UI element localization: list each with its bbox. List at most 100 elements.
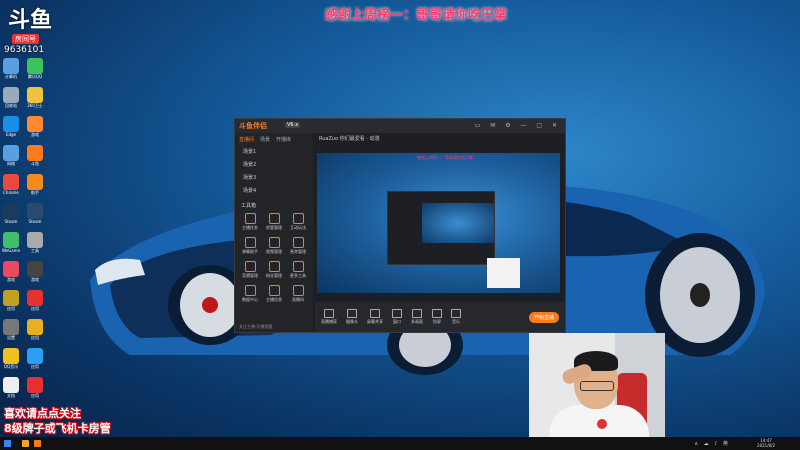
room-number: 9636101 <box>4 45 45 55</box>
tool-item[interactable]: 直播间 <box>286 285 310 303</box>
tab-live-room[interactable]: 直播间 <box>239 136 254 143</box>
screen-icon <box>370 309 380 318</box>
music-button[interactable]: 音乐 <box>451 309 461 325</box>
tool-item[interactable]: 主播信息 <box>262 285 286 303</box>
desktop-icon[interactable]: 360卫士 <box>12 87 58 115</box>
tool-item[interactable]: 房管管理 <box>262 213 286 231</box>
tool-item[interactable]: 更多工具 <box>286 261 310 279</box>
start-live-button[interactable]: 开始直播 <box>528 311 559 323</box>
toolbox-grid: 主播任务 房管管理 互动玩法弹幕助手 视频管理 贵宾管理竞猜管理 粉丝管理 更多工具数据中心… <box>235 211 313 305</box>
tool-icon <box>292 213 304 224</box>
app-icon <box>27 174 43 190</box>
desktop-icon-label: 斗鱼 <box>31 161 39 166</box>
scene-item[interactable]: 场景3 <box>235 172 313 185</box>
scene-item[interactable]: 场景4 <box>235 185 313 198</box>
window-controls[interactable]: ▭ ✉ ⚙ — ▢ ✕ <box>475 122 561 129</box>
app-icon <box>27 319 43 335</box>
tool-item[interactable]: 弹幕助手 <box>238 237 262 255</box>
tool-icon <box>292 285 304 296</box>
scene-item[interactable]: 场景2 <box>235 159 313 172</box>
desktop-icon-label: 360卫士 <box>27 103 43 108</box>
thanks-banner: 感谢上周榜一：哥哥请你吃巴掌 <box>325 8 508 23</box>
webcam-overlay <box>529 333 665 437</box>
app-icon <box>27 145 43 161</box>
window-button[interactable]: 窗口 <box>392 309 402 325</box>
tool-label: 主播信息 <box>266 297 282 302</box>
bottom-toolbar: 直播捕获 摄像头 屏幕共享 窗口 多画面 投屏 音乐 开始直播 <box>315 302 565 332</box>
tool-item[interactable]: 视频管理 <box>262 237 286 255</box>
tool-icon <box>268 285 280 296</box>
tool-item[interactable]: 竞猜管理 <box>238 261 262 279</box>
tool-label: 房管管理 <box>266 225 282 230</box>
grid-icon <box>412 309 422 318</box>
desktop-icon-label: 腾讯QQ <box>27 74 43 79</box>
tool-label: 视频管理 <box>266 249 282 254</box>
scene-item[interactable]: 场景1 <box>235 146 313 159</box>
cast-button[interactable]: 投屏 <box>432 309 442 325</box>
desktop-icon-label: 游戏 <box>31 277 39 282</box>
app-sidebar: 直播间 场景 开播库 场景1 场景2 场景3 场景4 工具箱 主播任务 房管管理 互… <box>235 133 313 332</box>
tool-icon <box>244 237 256 248</box>
douyu-logo-mark: 斗鱼 <box>8 8 53 33</box>
file-explorer-icon[interactable] <box>22 440 29 447</box>
desktop-icon[interactable]: 应用 <box>12 377 58 405</box>
desktop-icon[interactable]: 助手 <box>12 174 58 202</box>
tool-icon <box>244 213 256 224</box>
app-icon <box>27 116 43 132</box>
camera-button[interactable]: 摄像头 <box>346 309 358 325</box>
app-icon <box>27 58 43 74</box>
nested-scene-preview <box>422 203 494 243</box>
tool-icon <box>292 261 304 272</box>
sidebar-tabs: 直播间 场景 开播库 <box>235 133 313 146</box>
tool-item[interactable]: 互动玩法 <box>286 213 310 231</box>
preview-webcam <box>487 258 520 288</box>
tool-label: 直播间 <box>292 297 304 302</box>
tool-label: 竞猜管理 <box>242 273 258 278</box>
tab-scenes[interactable]: 场景 <box>260 136 270 143</box>
tool-label: 数据中心 <box>242 297 258 302</box>
tool-item[interactable]: 数据中心 <box>238 285 262 303</box>
desktop-icon-label: 应用 <box>31 364 39 369</box>
tool-item[interactable]: 粉丝管理 <box>262 261 286 279</box>
desktop-icon-label: 应用 <box>31 335 39 340</box>
app-icon <box>27 261 43 277</box>
tool-label: 弹幕助手 <box>242 249 258 254</box>
tool-icon <box>244 261 256 272</box>
tab-library[interactable]: 开播库 <box>276 136 291 143</box>
tool-item[interactable]: 主播任务 <box>238 213 262 231</box>
streaming-app-window[interactable]: 斗鱼伴侣 V6.x ▭ ✉ ⚙ — ▢ ✕ 直播间 场景 开播库 场景1 场景2… <box>234 118 566 333</box>
multi-view-button[interactable]: 多画面 <box>411 309 423 325</box>
capture-icon <box>324 309 334 318</box>
tool-label: 主播任务 <box>242 225 258 230</box>
desktop-icon[interactable]: 应用 <box>12 319 58 347</box>
tool-label: 粉丝管理 <box>266 273 282 278</box>
app-titlebar[interactable]: 斗鱼伴侣 V6.x ▭ ✉ ⚙ — ▢ ✕ <box>235 119 565 133</box>
camera-icon <box>347 309 357 318</box>
stream-preview[interactable]: 感谢上周榜一：哥哥请你吃巴掌 <box>317 153 560 293</box>
screen-share-button[interactable]: 屏幕共享 <box>367 309 383 325</box>
desktop-icon[interactable]: 腾讯QQ <box>12 58 58 86</box>
tool-item[interactable]: 贵宾管理 <box>286 237 310 255</box>
desktop-icon-label: 助手 <box>31 190 39 195</box>
system-tray[interactable]: ∧ ☁ ♪ 英 <box>694 440 730 447</box>
app-icon <box>27 203 43 219</box>
desktop-icon[interactable]: Steam <box>12 203 58 231</box>
tool-label: 互动玩法 <box>290 225 306 230</box>
tool-icon <box>244 285 256 296</box>
version-badge[interactable]: V6.x <box>285 122 301 128</box>
desktop-icon[interactable]: 工具 <box>12 232 58 260</box>
douyu-taskbar-icon[interactable] <box>34 440 41 447</box>
tool-icon <box>268 237 280 248</box>
windows-start-icon[interactable] <box>4 440 11 447</box>
capture-button[interactable]: 直播捕获 <box>321 309 337 325</box>
preview-banner: 感谢上周榜一：哥哥请你吃巴掌 <box>417 155 473 160</box>
cast-icon <box>432 309 442 318</box>
desktop-icon[interactable]: 游戏 <box>12 261 58 289</box>
taskbar-clock[interactable]: 14:47 2021/8/2 <box>757 438 775 448</box>
toolbox-title: 工具箱 <box>241 203 257 209</box>
desktop-icon[interactable]: 斗鱼 <box>12 145 58 173</box>
desktop-icon[interactable]: 游戏 <box>12 116 58 144</box>
desktop-icon[interactable]: 应用 <box>12 290 58 318</box>
sidebar-footer[interactable]: 关注主播·开播提醒 <box>239 324 272 330</box>
desktop-icon[interactable]: 应用 <box>12 348 58 376</box>
